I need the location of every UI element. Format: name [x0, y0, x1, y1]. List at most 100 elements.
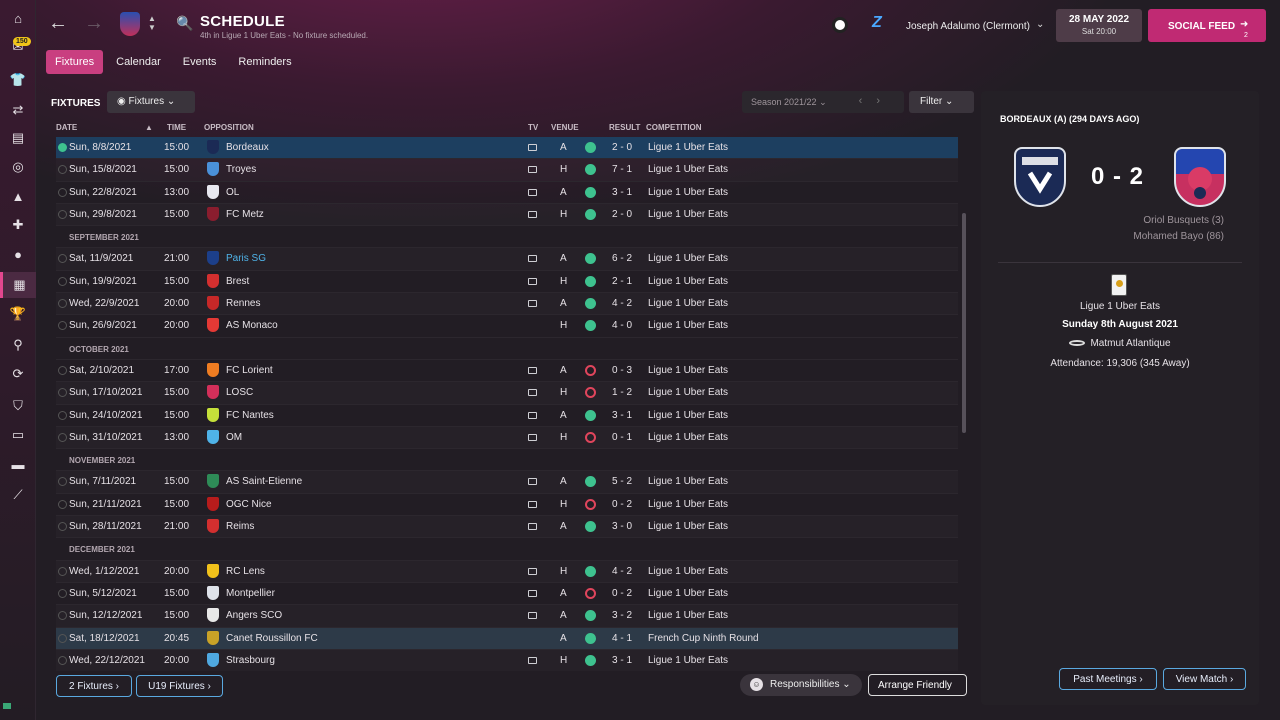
manager-name[interactable]: Joseph Adalumo (Clermont) [906, 21, 1030, 32]
opponent-name[interactable]: Canet Roussillon FC [226, 633, 318, 644]
view-match-button[interactable]: View Match › [1163, 668, 1246, 690]
season-nav-icons[interactable]: ‹› [859, 95, 894, 107]
fixture-result[interactable]: 0 - 2 [612, 588, 632, 599]
game-date[interactable]: 28 MAY 2022 Sat 20:00 [1056, 9, 1142, 42]
col-tv[interactable]: TV [528, 123, 538, 132]
fixture-result[interactable]: 4 - 1 [612, 633, 632, 644]
dynamics-icon[interactable]: ▤ [0, 125, 36, 151]
fixture-result[interactable]: 0 - 2 [612, 499, 632, 510]
club-crest[interactable] [120, 12, 140, 36]
table-row[interactable]: Sun, 24/10/2021 15:00 FC Nantes A 3 - 1 Ligue… [56, 405, 958, 427]
fixture-competition[interactable]: Ligue 1 Uber Eats [648, 187, 728, 198]
fixture-competition[interactable]: Ligue 1 Uber Eats [648, 298, 728, 309]
tab-events[interactable]: Events [174, 50, 226, 74]
tactics-icon[interactable]: ⇄ [0, 97, 36, 123]
arrange-friendly-button[interactable]: Arrange Friendly [868, 674, 967, 696]
col-date[interactable]: DATE [56, 123, 77, 132]
table-row[interactable]: Wed, 22/12/2021 20:00 Strasbourg H 3 - 1 Ligu… [56, 650, 958, 671]
col-time[interactable]: TIME [167, 123, 186, 132]
table-row[interactable]: Sun, 26/9/2021 20:00 AS Monaco H 4 - 0 Ligue … [56, 315, 958, 338]
match-competition[interactable]: Ligue 1 Uber Eats [981, 301, 1259, 312]
home-icon[interactable]: ⌂ [0, 5, 36, 31]
mentoring-icon[interactable]: ● [0, 241, 36, 267]
fixture-result[interactable]: 4 - 2 [612, 566, 632, 577]
chevron-down-icon[interactable]: ⌄ [1036, 19, 1044, 30]
table-row[interactable]: Wed, 22/9/2021 20:00 Rennes A 4 - 2 Ligue 1 U… [56, 293, 958, 316]
home-crest[interactable] [1014, 147, 1066, 207]
forward-icon[interactable]: → [84, 12, 104, 35]
match-stadium[interactable]: Matmut Atlantique [981, 338, 1259, 349]
fixture-result[interactable]: 1 - 2 [612, 387, 632, 398]
training-icon[interactable]: ▲ [0, 183, 36, 209]
fixtures-count-button[interactable]: 2 Fixtures › [56, 675, 132, 697]
opponent-name[interactable]: OM [226, 432, 242, 443]
opponent-name[interactable]: Strasbourg [226, 655, 275, 666]
fixture-competition[interactable]: Ligue 1 Uber Eats [648, 432, 728, 443]
table-row[interactable]: Sun, 15/8/2021 15:00 Troyes H 7 - 1 Ligue 1 U… [56, 159, 958, 182]
fixture-result[interactable]: 2 - 1 [612, 276, 632, 287]
fixture-competition[interactable]: Ligue 1 Uber Eats [648, 610, 728, 621]
fixture-competition[interactable]: Ligue 1 Uber Eats [648, 499, 728, 510]
past-meetings-button[interactable]: Past Meetings › [1059, 668, 1157, 690]
fixture-competition[interactable]: Ligue 1 Uber Eats [648, 410, 728, 421]
scorer-1[interactable]: Oriol Busquets (3) [1143, 215, 1224, 226]
table-row[interactable]: Sun, 31/10/2021 13:00 OM H 0 - 1 Ligue 1 Uber… [56, 427, 958, 450]
squad-icon[interactable]: 👕 [0, 67, 36, 93]
fixture-competition[interactable]: French Cup Ninth Round [648, 633, 759, 644]
fixture-result[interactable]: 3 - 2 [612, 610, 632, 621]
search-icon[interactable]: 🔍 [176, 15, 193, 32]
fixture-result[interactable]: 3 - 0 [612, 521, 632, 532]
club-vision-icon[interactable]: ▭ [0, 422, 36, 448]
opponent-name[interactable]: Reims [226, 521, 254, 532]
season-dropdown[interactable]: Season 2021/22 ⌄ ‹› [742, 91, 904, 113]
table-row[interactable]: Sun, 29/8/2021 15:00 FC Metz H 2 - 0 Ligue 1 … [56, 204, 958, 227]
opponent-name[interactable]: AS Saint-Etienne [226, 476, 302, 487]
fixture-competition[interactable]: Ligue 1 Uber Eats [648, 655, 728, 666]
tab-calendar[interactable]: Calendar [107, 50, 170, 74]
fixture-competition[interactable]: Ligue 1 Uber Eats [648, 164, 728, 175]
col-venue[interactable]: VENUE [551, 123, 579, 132]
u19-fixtures-button[interactable]: U19 Fixtures › [136, 675, 223, 697]
back-icon[interactable]: ← [48, 12, 68, 35]
opponent-name[interactable]: OL [226, 187, 239, 198]
fixture-result[interactable]: 3 - 1 [612, 187, 632, 198]
fixture-result[interactable]: 0 - 1 [612, 432, 632, 443]
fixture-competition[interactable]: Ligue 1 Uber Eats [648, 276, 728, 287]
opponent-name[interactable]: Brest [226, 276, 249, 287]
table-row[interactable]: Sun, 8/8/2021 15:00 Bordeaux A 2 - 0 Ligue 1 … [56, 137, 958, 160]
club-switcher-icon[interactable]: ▲ ▼ [148, 14, 156, 32]
opponent-name[interactable]: Montpellier [226, 588, 275, 599]
zeta-icon[interactable]: Z [872, 14, 882, 32]
fixture-competition[interactable]: Ligue 1 Uber Eats [648, 142, 728, 153]
fixture-competition[interactable]: Ligue 1 Uber Eats [648, 521, 728, 532]
opponent-name[interactable]: AS Monaco [226, 320, 278, 331]
competitions-icon[interactable]: 🏆 [0, 301, 36, 327]
table-row[interactable]: Sun, 12/12/2021 15:00 Angers SCO A 3 - 2 Ligu… [56, 605, 958, 628]
scrollbar[interactable] [962, 213, 966, 433]
fixture-result[interactable]: 3 - 1 [612, 655, 632, 666]
col-result[interactable]: RESULT [609, 123, 640, 132]
opponent-name[interactable]: RC Lens [226, 566, 265, 577]
dev-centre-icon[interactable]: ⟋ [0, 482, 36, 508]
data-hub-icon[interactable]: ◎ [0, 154, 36, 180]
opponent-name[interactable]: Paris SG [226, 253, 266, 264]
away-crest[interactable] [1174, 147, 1226, 207]
table-row[interactable]: Sun, 17/10/2021 15:00 LOSC H 1 - 2 Ligue 1 Ub… [56, 382, 958, 405]
finances-icon[interactable]: ▬ [0, 451, 36, 477]
table-row[interactable]: Sun, 19/9/2021 15:00 Brest H 2 - 1 Ligue 1 Ub… [56, 271, 958, 294]
table-row[interactable]: Sat, 2/10/2021 17:00 FC Lorient A 0 - 3 Ligue… [56, 360, 958, 383]
opponent-name[interactable]: OGC Nice [226, 499, 272, 510]
table-row[interactable]: Sat, 11/9/2021 21:00 Paris SG A 6 - 2 Ligue 1… [56, 248, 958, 271]
col-opposition[interactable]: OPPOSITION [204, 123, 254, 132]
social-feed-button[interactable]: SOCIAL FEED ➜ 2 [1148, 9, 1266, 42]
tab-fixtures[interactable]: Fixtures [46, 50, 104, 74]
opponent-name[interactable]: Troyes [226, 164, 256, 175]
scorer-2[interactable]: Mohamed Bayo (86) [1133, 231, 1224, 242]
table-row[interactable]: Sun, 28/11/2021 21:00 Reims A 3 - 0 Ligue 1 U… [56, 516, 958, 539]
medical-icon[interactable]: ✚ [0, 212, 36, 238]
table-row[interactable]: Sun, 22/8/2021 13:00 OL A 3 - 1 Ligue 1 Uber … [56, 182, 958, 204]
fixture-competition[interactable]: Ligue 1 Uber Eats [648, 387, 728, 398]
fixture-competition[interactable]: Ligue 1 Uber Eats [648, 253, 728, 264]
fixture-result[interactable]: 4 - 0 [612, 320, 632, 331]
opponent-name[interactable]: Bordeaux [226, 142, 269, 153]
